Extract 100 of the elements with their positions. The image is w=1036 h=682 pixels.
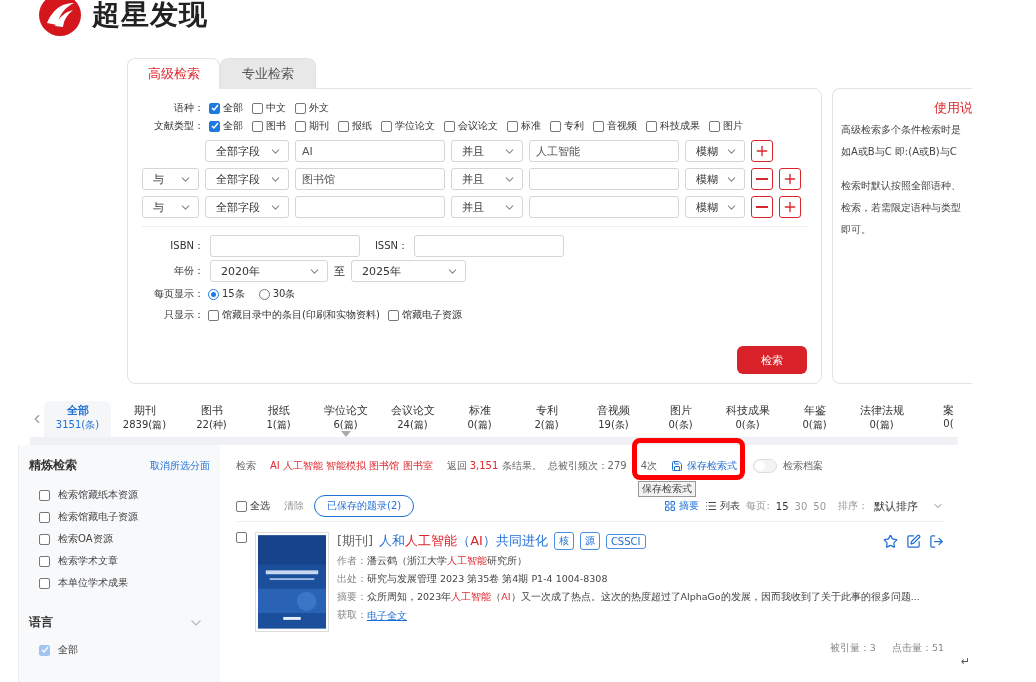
help-text: 检索，若需限定语种与类型 (841, 201, 962, 215)
citation-count: 4次 (640, 459, 657, 473)
dropdown[interactable]: 模糊 (685, 196, 745, 218)
radio-button[interactable] (208, 288, 219, 300)
checkbox[interactable] (550, 120, 561, 132)
checkbox[interactable] (381, 120, 392, 132)
option-label: 检索馆藏纸本资源 (58, 488, 138, 502)
checkbox[interactable] (208, 309, 219, 321)
text-field[interactable] (529, 196, 679, 218)
text-field[interactable] (529, 168, 679, 190)
checkbox[interactable] (39, 533, 50, 545)
author-text: 作者：潘云鹤（浙江大学人工智能研究所） (337, 555, 528, 568)
dropdown[interactable]: 模糊 (685, 168, 745, 190)
checkbox[interactable] (39, 555, 50, 567)
tag: 源 (579, 532, 600, 550)
option-label: 音视频 (607, 119, 637, 133)
dropdown[interactable]: 并且 (451, 168, 523, 190)
clear-link[interactable]: 取消所选分面 (150, 458, 210, 473)
dropdown[interactable]: 全部字段 (205, 140, 289, 162)
save-search-link[interactable]: 保存检索式 (671, 459, 737, 473)
view-button[interactable]: 摘要 (664, 499, 700, 513)
remove-button[interactable] (751, 168, 773, 190)
dropdown[interactable]: 全部字段 (205, 168, 289, 190)
citation-count: 被引量：3 (829, 642, 876, 655)
option-label: 会议论文 (458, 119, 498, 133)
minus-icon (756, 178, 768, 180)
result-count: 返回 3,151 条结果。 (446, 459, 542, 473)
text-field[interactable]: AI (295, 140, 445, 162)
option-label: 外文 (309, 101, 329, 115)
text-field[interactable]: 图书馆 (295, 168, 445, 190)
checkbox[interactable] (444, 120, 455, 132)
checkbox[interactable] (252, 120, 263, 132)
dropdown[interactable]: 2020年 (210, 260, 328, 282)
text-field[interactable]: 人工智能 (529, 140, 679, 162)
option-label: 15条 (222, 287, 245, 301)
checkbox[interactable] (295, 102, 306, 114)
edit-icon[interactable] (906, 533, 921, 549)
checkbox[interactable] (39, 489, 50, 501)
field-label: 语种： (173, 101, 204, 115)
dropdown[interactable]: 与 (142, 168, 199, 190)
fulltext-link[interactable]: 电子全文 (367, 609, 407, 623)
checkbox[interactable] (252, 102, 263, 114)
logo-icon (38, 0, 82, 37)
checkbox[interactable] (295, 120, 306, 132)
minus-icon (756, 206, 768, 208)
add-button[interactable] (751, 140, 773, 162)
dropdown[interactable]: 全部字段 (205, 196, 289, 218)
search-button[interactable]: 检索 (737, 346, 807, 374)
isbn-field[interactable] (210, 235, 360, 257)
record-title[interactable]: 人和人工智能（AI）共同进化 (379, 532, 548, 550)
checkbox[interactable] (209, 102, 220, 114)
dropdown[interactable]: 并且 (451, 140, 523, 162)
text-field[interactable] (295, 196, 445, 218)
add-button[interactable] (779, 168, 801, 190)
dropdown[interactable]: 模糊 (685, 140, 745, 162)
export-icon[interactable] (929, 533, 944, 549)
sort-dropdown[interactable]: 默认排序 (874, 498, 944, 514)
search-tab[interactable]: 高级检索 (127, 58, 220, 89)
category-tab[interactable]: 全部 3151(条) (44, 401, 111, 437)
view-button[interactable]: 列表 (705, 499, 741, 513)
option-label: 馆藏目录中的条目(印刷和实物资料) (222, 308, 380, 322)
checkbox[interactable] (236, 500, 247, 512)
search-tab[interactable]: 专业检索 (220, 58, 316, 89)
option-label: 馆藏电子资源 (401, 308, 462, 322)
checkbox[interactable] (236, 532, 247, 543)
remove-button[interactable] (751, 196, 773, 218)
caret-icon (341, 431, 351, 437)
add-button[interactable] (779, 196, 801, 218)
checkbox[interactable] (338, 120, 349, 132)
dropdown[interactable]: 并且 (451, 196, 523, 218)
checkbox[interactable] (209, 120, 220, 132)
checkbox[interactable] (39, 577, 50, 589)
tag: 核 (553, 532, 574, 550)
dropdown[interactable]: 2025年 (351, 260, 466, 282)
field-label: ISSN： (373, 239, 408, 253)
tooltip: 保存检索式 (638, 481, 696, 497)
star-icon[interactable] (883, 533, 898, 549)
option-label: 期刊 (309, 119, 329, 133)
list-icon (705, 500, 718, 512)
checkbox[interactable] (39, 511, 50, 523)
option-label: 本单位学术成果 (58, 576, 128, 590)
separator-text: 至 (334, 263, 345, 279)
checkbox[interactable] (507, 120, 518, 132)
option-label: 全部 (58, 643, 78, 657)
checkbox[interactable] (709, 120, 720, 132)
return-mark: ↵ (961, 655, 971, 668)
option-label: 学位论文 (395, 119, 435, 133)
checkbox[interactable] (593, 120, 604, 132)
page-size-option[interactable]: 15 (775, 500, 789, 512)
checkbox[interactable] (387, 309, 399, 321)
dropdown[interactable]: 与 (142, 196, 199, 218)
checkbox[interactable] (646, 120, 657, 132)
toggle-switch[interactable] (753, 459, 777, 473)
radio-button[interactable] (258, 288, 270, 300)
sidebar-title: 精炼检索 (29, 457, 77, 474)
option-label: 图书 (266, 119, 286, 133)
click-count: 点击量：51 (891, 642, 944, 655)
issn-field[interactable] (414, 235, 564, 257)
option-label: 30条 (272, 287, 296, 301)
saved-records-button[interactable]: 已保存的题录(2) (314, 495, 415, 517)
